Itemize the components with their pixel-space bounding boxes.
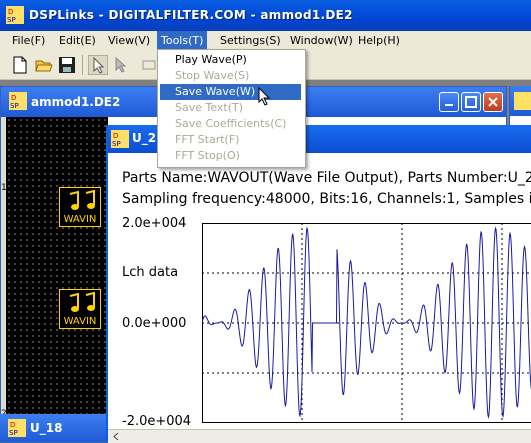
- svg-text:D: D: [113, 132, 118, 140]
- maximize-icon: [462, 93, 480, 111]
- menu-window[interactable]: Window(W): [286, 31, 357, 51]
- sampling-info-line: Sampling frequency:48000, Bits:16, Chann…: [122, 191, 531, 207]
- u2-title: U_2: [132, 131, 156, 145]
- svg-text:D: D: [8, 8, 13, 16]
- menu-help[interactable]: Help(H): [354, 31, 404, 51]
- u2-window[interactable]: D SP U_2 Parts Name:WAVOUT(Wave File Out…: [106, 125, 531, 442]
- svg-text:D: D: [11, 94, 16, 102]
- open-folder-icon[interactable]: [34, 55, 54, 75]
- menu-edit[interactable]: Edit(E): [55, 31, 100, 51]
- menu-save-coefficients[interactable]: Save Coefficients(C): [160, 116, 301, 132]
- new-file-icon[interactable]: [10, 55, 30, 75]
- dsp-doc-icon: D SP: [111, 130, 129, 148]
- svg-text:SP: SP: [112, 140, 121, 148]
- scroll-left-icon[interactable]: [110, 431, 122, 442]
- menu-view[interactable]: View(V): [104, 31, 154, 51]
- y-min-label: -2.0e+004: [122, 414, 191, 429]
- y-mid-label: 0.0e+000: [122, 316, 186, 331]
- dsp-doc-icon: [514, 92, 531, 110]
- music-note-icon: [64, 190, 98, 212]
- app-title-bar[interactable]: D SP DSPLinks - DIGITALFILTER.COM - ammo…: [0, 0, 531, 31]
- waveform-plot[interactable]: [202, 223, 531, 423]
- y-max-label: 2.0e+004: [122, 216, 186, 231]
- menu-tools[interactable]: Tools(T): [157, 31, 207, 51]
- schematic-canvas[interactable]: WAVIN WAVIN: [6, 117, 108, 417]
- minimize-icon: [440, 93, 458, 111]
- connect-tool-icon[interactable]: [111, 55, 131, 75]
- partial-window-title-bar[interactable]: [510, 86, 531, 116]
- menu-fft-start[interactable]: FFT Start(F): [160, 132, 301, 148]
- svg-text:SP: SP: [10, 102, 19, 110]
- dsp-doc-icon: D SP: [8, 419, 26, 437]
- app-title: DSPLinks - DIGITALFILTER.COM - ammod1.DE…: [29, 8, 353, 22]
- app-icon: D SP: [6, 6, 24, 24]
- save-icon[interactable]: [57, 55, 77, 75]
- wavin-label: WAVIN: [60, 316, 100, 327]
- plot-frame: [203, 224, 531, 423]
- menu-file[interactable]: File(F): [8, 31, 49, 51]
- menu-save-text[interactable]: Save Text(T): [160, 100, 301, 116]
- close-button[interactable]: [483, 92, 503, 112]
- close-icon: [484, 93, 502, 111]
- menu-play-wave[interactable]: Play Wave(P): [160, 52, 301, 68]
- svg-text:SP: SP: [7, 16, 16, 24]
- mouse-cursor-icon: [258, 87, 272, 107]
- menu-fft-stop[interactable]: FFT Stop(O): [160, 148, 301, 164]
- svg-text:SP: SP: [9, 429, 18, 437]
- channel-label: Lch data: [122, 265, 178, 280]
- wavin-label: WAVIN: [60, 214, 100, 225]
- menu-bar: File(F) Edit(E) View(V) Tools(T) Setting…: [0, 31, 531, 51]
- svg-text:D: D: [10, 421, 15, 429]
- wavin-block[interactable]: WAVIN: [59, 289, 101, 329]
- music-note-icon: [64, 292, 98, 314]
- menu-settings[interactable]: Settings(S): [216, 31, 285, 51]
- select-arrow-icon[interactable]: [88, 55, 108, 75]
- minimize-button[interactable]: [439, 92, 459, 112]
- maximize-button[interactable]: [461, 92, 481, 112]
- toolbar-divider: [82, 55, 83, 75]
- menu-stop-wave[interactable]: Stop Wave(S): [160, 68, 301, 84]
- u18-title: U_18: [30, 421, 62, 435]
- u18-window[interactable]: D SP U_18: [0, 414, 112, 442]
- menu-save-wave[interactable]: Save Wave(W): [160, 84, 301, 100]
- parts-info-line: Parts Name:WAVOUT(Wave File Output), Par…: [122, 170, 531, 186]
- tools-dropdown-menu: Play Wave(P) Stop Wave(S) Save Wave(W) S…: [157, 49, 306, 168]
- ammod-title: ammod1.DE2: [31, 95, 120, 109]
- wavin-block[interactable]: WAVIN: [59, 187, 101, 227]
- horizontal-scrollbar[interactable]: [108, 429, 531, 443]
- dsp-doc-icon: D SP: [9, 92, 27, 110]
